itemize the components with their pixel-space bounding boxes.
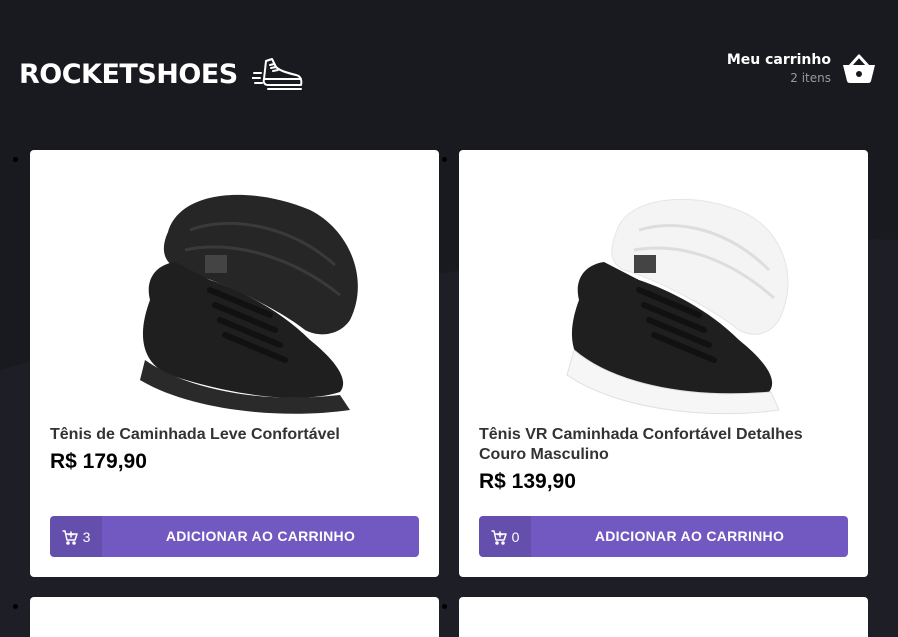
shoe-image-icon <box>566 198 789 415</box>
cart-amount: 0 <box>479 516 531 557</box>
cart-amount: 3 <box>50 516 102 557</box>
add-cart-icon <box>61 529 78 545</box>
product-image <box>50 170 419 420</box>
add-to-cart-label: ADICIONAR AO CARRINHO <box>594 528 785 544</box>
product-title: Tênis VR Caminhada Confortável Detalhes … <box>479 426 803 463</box>
shoe-image-icon <box>140 194 358 414</box>
logo-link[interactable]: ROCKETSHOES <box>19 46 304 104</box>
header: ROCKETSHOES Meu carrinho 2 itens <box>19 46 879 104</box>
product-card: Tênis VR Caminhada Confortável Detalhes … <box>459 150 868 577</box>
product-title: Tênis de Caminhada Leve Confortável <box>50 426 340 443</box>
running-shoe-icon <box>251 58 303 90</box>
add-cart-icon <box>490 529 507 545</box>
product-card <box>30 597 439 637</box>
cart-link[interactable]: Meu carrinho 2 itens <box>727 50 877 86</box>
basket-icon <box>843 54 875 83</box>
product-price: R$ 139,90 <box>479 470 576 493</box>
product-price: R$ 179,90 <box>50 450 147 473</box>
cart-amount-value: 0 <box>511 528 520 545</box>
product-image <box>479 170 848 420</box>
add-to-cart-button[interactable]: 0 ADICIONAR AO CARRINHO <box>479 516 848 557</box>
cart-info: Meu carrinho 2 itens <box>727 50 831 86</box>
add-to-cart-label: ADICIONAR AO CARRINHO <box>165 528 356 544</box>
cart-count: 2 itens <box>790 71 831 85</box>
product-card: Tênis de Caminhada Leve Confortável R$ 1… <box>30 150 439 577</box>
logo-text: ROCKETSHOES <box>19 59 238 90</box>
product-card <box>459 597 868 637</box>
add-to-cart-button[interactable]: 3 ADICIONAR AO CARRINHO <box>50 516 419 557</box>
cart-title: Meu carrinho <box>726 52 831 68</box>
cart-amount-value: 3 <box>82 528 91 545</box>
